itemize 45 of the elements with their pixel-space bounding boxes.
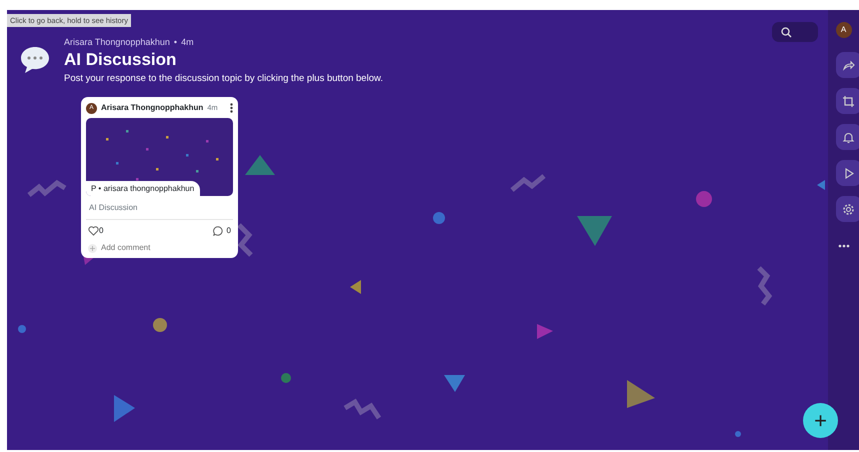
author-name: Arisara Thongnopphakhun [64,36,170,49]
dot-decoration [281,373,291,383]
triangle-decoration [817,180,825,190]
separator-dot: • [174,36,178,49]
comment-icon[interactable] [212,226,223,236]
attachment-label: P • arisara thongnopphakhun [86,181,200,196]
dot-decoration [696,191,712,207]
page-title: AI Discussion [64,50,178,70]
triangle-decoration [627,380,655,408]
comment-count: 0 [226,225,231,237]
search-icon [781,26,792,38]
dot-decoration [18,325,26,333]
add-icon [88,244,97,252]
triangle-decoration [245,155,275,175]
user-avatar[interactable]: A [836,22,852,38]
crop-button[interactable] [836,88,859,114]
like-count: 0 [99,225,104,237]
zigzag-decoration [237,223,253,257]
more-icon[interactable] [838,244,850,248]
triangle-decoration [537,324,553,339]
dot-decoration [153,318,167,332]
zigzag-decoration [27,180,66,197]
post-time: 4m [181,36,194,49]
dot-decoration [433,212,445,224]
share-button[interactable] [836,52,859,78]
triangle-decoration [350,280,361,294]
search-button[interactable] [772,22,818,42]
play-button[interactable] [836,160,859,186]
more-options-icon[interactable] [230,103,233,113]
settings-button[interactable] [836,196,859,222]
triangle-decoration [444,375,465,392]
heart-icon[interactable] [88,226,99,236]
triangle-decoration [577,216,612,246]
dot-decoration [735,431,741,437]
settings-icon [841,202,856,216]
zigzag-decoration [757,266,772,306]
bell-button[interactable] [836,124,859,150]
page-description: Post your response to the discussion topic by clicking the plus button below. [64,72,383,86]
chat-bubble-icon [20,44,50,74]
post-caption: AI Discussion [86,196,233,220]
zigzag-decoration [510,174,546,192]
author-name: Arisara Thongnopphakhun [101,102,204,114]
triangle-decoration [114,395,135,422]
zigzag-decoration [344,398,382,420]
crop-icon [841,94,856,108]
